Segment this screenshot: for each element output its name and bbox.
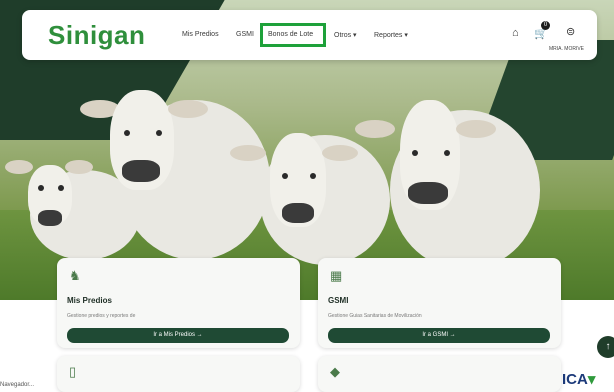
- card-partial-1: ▯: [57, 356, 300, 392]
- go-mis-predios-button[interactable]: Ir a Mis Predios →: [67, 328, 289, 343]
- nav-item-mis-predios[interactable]: Mis Predios: [182, 31, 219, 38]
- nav-item-gsmi[interactable]: GSMI: [236, 31, 254, 38]
- card-title: GSMI: [328, 296, 349, 305]
- card-description: Gestione Guias Sanitarias de Movilizació…: [328, 313, 422, 319]
- highlight-box: [260, 23, 326, 47]
- qr-icon: ▦: [330, 268, 343, 283]
- card-partial-2: ◆: [318, 356, 561, 392]
- top-navbar: Sinigan Mis Predios GSMI Bonos de Lote O…: [22, 10, 597, 60]
- card-gsmi: ▦ GSMI Gestione Guias Sanitarias de Movi…: [318, 258, 561, 348]
- scroll-top-button[interactable]: ↑: [597, 336, 614, 358]
- user-name: MRIA. MORIVE: [549, 46, 585, 52]
- nav-item-reportes[interactable]: Reportes ▾: [374, 31, 408, 39]
- go-gsmi-button[interactable]: Ir a GSMI →: [328, 328, 550, 343]
- livestock-icon: ♞: [69, 268, 81, 283]
- status-text: Navegador...: [0, 382, 35, 388]
- ica-logo: ICA▾: [562, 371, 596, 388]
- nav-item-otros[interactable]: Otros ▾: [334, 31, 357, 39]
- cow-image: [80, 60, 270, 260]
- user-icon[interactable]: ⊜: [566, 25, 575, 38]
- card-title: Mis Predios: [67, 296, 112, 305]
- home-icon[interactable]: ⌂: [512, 27, 519, 39]
- card-description: Gestione predios y reportes de: [67, 313, 136, 319]
- tag-icon: ◆: [330, 364, 340, 379]
- sinigan-logo[interactable]: Sinigan: [48, 20, 145, 51]
- cow-image: [355, 90, 540, 270]
- cart-badge: 0: [541, 21, 550, 30]
- card-mis-predios: ♞ Mis Predios Gestione predios y reporte…: [57, 258, 300, 348]
- cow-image: [230, 115, 390, 265]
- document-icon: ▯: [69, 364, 77, 379]
